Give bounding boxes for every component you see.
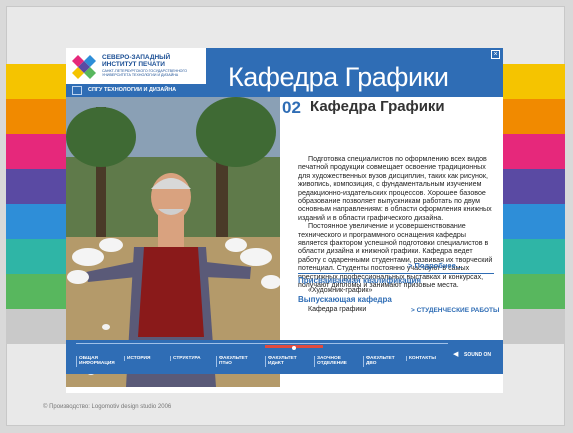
stripe-pink [503,134,565,169]
stripe-pink [6,134,66,169]
stripe-blue [503,204,565,239]
stripe-blue [6,204,66,239]
stripe-gray [503,309,565,344]
more-link[interactable]: > Подробнее... [408,261,462,270]
sound-label: SOUND ON [464,352,491,358]
logo-title: СЕВЕРО-ЗАПАДНЫЙ ИНСТИТУТ ПЕЧАТИ [102,54,171,68]
close-icon[interactable]: × [491,50,500,59]
color-stripes-left [6,64,66,344]
stripe-gray [6,309,66,344]
nav-item-faculty-ptio[interactable]: ФАКУЛЬТЕТ ПТиО [216,356,258,367]
stripe-orange [503,99,565,134]
paragraph: Подготовка специалистов по оформлению вс… [298,155,492,222]
section-number: 02 [282,98,301,117]
logo-strip-text: СПГУ ТЕХНОЛОГИИ И ДИЗАЙНА [88,87,177,93]
stripe-yellow [6,64,66,99]
description-text: Подготовка специалистов по оформлению вс… [298,155,494,290]
section-title: Кафедра Графики [310,98,445,115]
header-bar: СЕВЕРО-ЗАПАДНЫЙ ИНСТИТУТ ПЕЧАТИ САНКТ-ПЕ… [66,48,503,97]
diamond-logo-icon [72,55,96,79]
speaker-icon: ◀ [453,351,459,358]
institute-logo[interactable]: СЕВЕРО-ЗАПАДНЫЙ ИНСТИТУТ ПЕЧАТИ САНКТ-ПЕ… [66,48,207,97]
sound-toggle[interactable]: ◀ SOUND ON [453,351,498,359]
department-heading: Выпускающая кафедра [298,295,392,304]
stripe-purple [6,169,66,204]
nav-item-faculty-idikt[interactable]: ФАКУЛЬТЕТ ИДиКТ [265,356,307,367]
nav-item-history[interactable]: ИСТОРИЯ [124,356,166,362]
active-dot [292,346,296,350]
nav-item-general[interactable]: ОБЩАЯ ИНФОРМАЦИЯ [76,356,118,367]
nav-item-contacts[interactable]: КОНТАКТЫ [406,356,448,362]
nav-rule [76,343,448,344]
color-stripes-right [503,64,565,344]
qualification-value: «Художник-график» [308,287,373,294]
emblem-icon [72,86,82,95]
bottom-navigation: ОБЩАЯ ИНФОРМАЦИЯ ИСТОРИЯ СТРУКТУРА ФАКУЛ… [66,340,503,374]
stripe-teal [6,239,66,274]
stripe-orange [6,99,66,134]
department-value: Кафедра графики [308,306,367,313]
stripe-teal [503,239,565,274]
stripe-green [503,274,565,309]
qualification-heading: Присваиваемая квалификация [298,276,422,285]
divider [298,273,494,274]
nav-item-correspondence[interactable]: ЗАОЧНОЕ ОТДЕЛЕНИЕ [314,356,356,367]
page-title: Кафедра Графики [228,62,449,92]
stripe-purple [503,169,565,204]
nav-item-structure[interactable]: СТРУКТУРА [170,356,212,362]
nav-item-faculty-dvo[interactable]: ФАКУЛЬТЕТ ДВО [363,356,405,367]
footer-credit: © Производство: Logomotiv design studio … [43,404,172,410]
logo-strip: СПГУ ТЕХНОЛОГИИ И ДИЗАЙНА [66,84,207,97]
student-works-link[interactable]: > СТУДЕНЧЕСКИЕ РАБОТЫ [411,307,499,314]
stripe-green [6,274,66,309]
stripe-yellow [503,64,565,99]
logo-subtitle: САНКТ-ПЕТЕРБУРГСКОГО ГОСУДАРСТВЕННОГО УН… [102,69,187,77]
